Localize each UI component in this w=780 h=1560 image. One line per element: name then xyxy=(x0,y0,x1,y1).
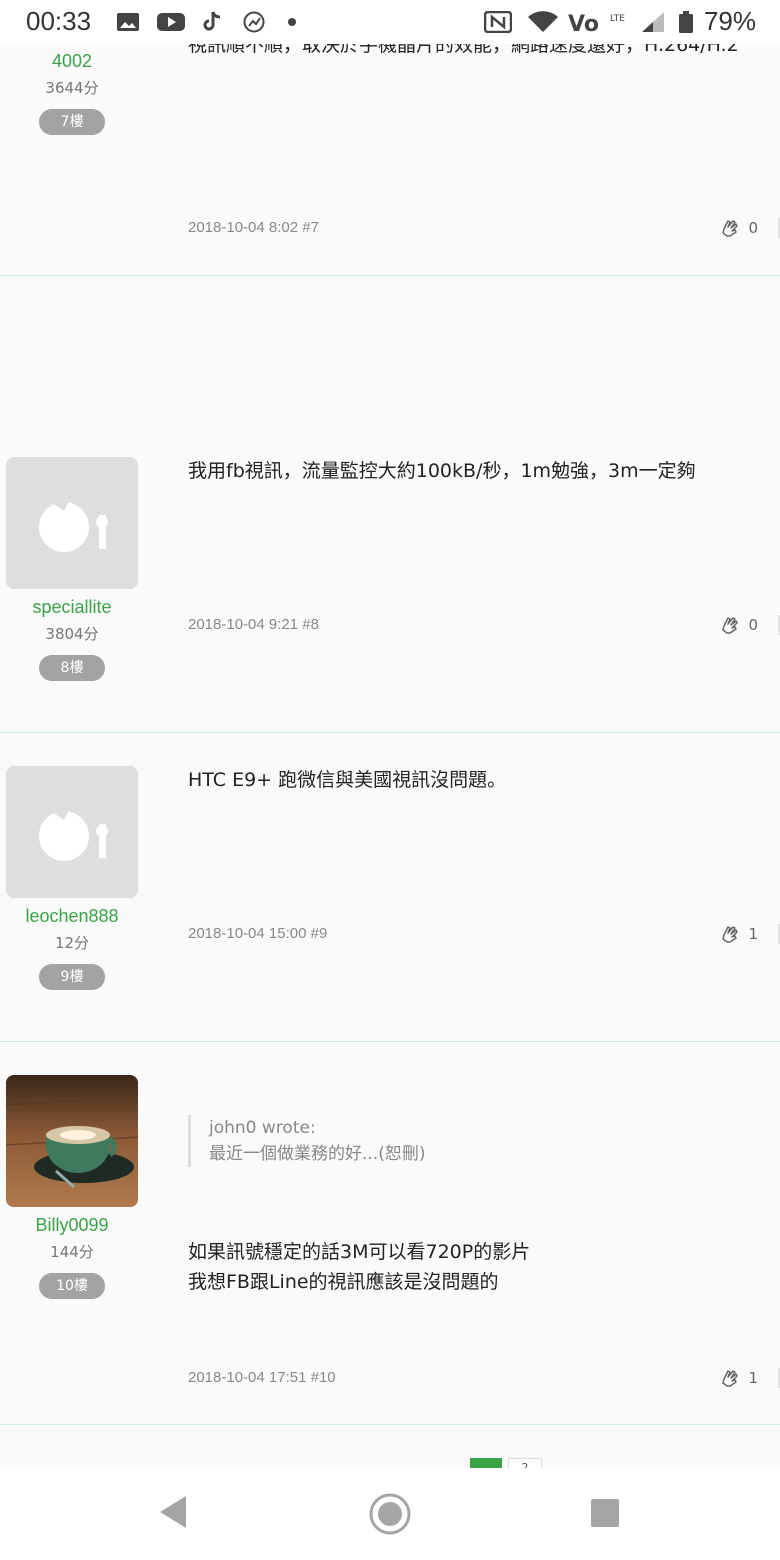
username[interactable]: 4002 xyxy=(0,51,144,72)
user-score: 144分 xyxy=(50,1243,94,1261)
floor-badge: 10樓 xyxy=(39,1273,105,1299)
post-content: 我用fb視訊，流量監控大約100kB/秒，1m勉強，3m一定夠 xyxy=(188,460,696,482)
avatar[interactable] xyxy=(6,457,138,589)
svg-text:LTE: LTE xyxy=(610,14,625,24)
home-icon[interactable] xyxy=(368,1492,412,1536)
like-count: 1 xyxy=(748,925,758,943)
tiktok-icon xyxy=(203,11,221,31)
quote-author: john0 wrote: xyxy=(209,1118,316,1138)
post-9: HTC E9+ 跑微信與美國視訊沒問題。 leochen888 12分 9樓 2… xyxy=(0,732,780,1042)
post-meta: 2018-10-04 8:02 #7 xyxy=(188,219,319,236)
like-count: 1 xyxy=(748,1369,758,1387)
recents-icon[interactable] xyxy=(590,1498,620,1528)
default-avatar-icon xyxy=(39,808,108,861)
default-avatar-icon xyxy=(39,499,108,552)
like-button[interactable]: 1 xyxy=(720,924,758,944)
clap-icon xyxy=(722,220,739,237)
quote-text: 最近一個做業務的好...(恕刪) xyxy=(209,1144,426,1164)
username[interactable]: Billy0099 xyxy=(0,1215,144,1236)
svg-text:Vo: Vo xyxy=(568,12,599,33)
status-time: 00:33 xyxy=(26,6,92,36)
quote-block: john0 wrote: 最近一個做業務的好...(恕刪) xyxy=(188,1115,425,1167)
username[interactable]: leochen888 xyxy=(0,906,144,927)
post-content: HTC E9+ 跑微信與美國視訊沒問題。 xyxy=(188,769,507,791)
dot-icon xyxy=(288,18,296,26)
like-button[interactable]: 0 xyxy=(720,615,758,635)
post-content-line: 如果訊號穩定的話3M可以看720P的影片 xyxy=(188,1241,531,1263)
username[interactable]: speciallite xyxy=(0,597,144,618)
image-icon xyxy=(117,13,139,31)
post-meta: 2018-10-04 9:21 #8 xyxy=(188,616,319,633)
back-icon[interactable] xyxy=(156,1494,190,1530)
battery-percent: 79% xyxy=(703,6,756,36)
navigation-bar xyxy=(0,1468,780,1560)
floor-badge: 9樓 xyxy=(39,964,105,990)
like-count: 0 xyxy=(748,616,758,634)
status-bar: 00:33 Vo LTE 79% xyxy=(0,0,780,44)
volte-icon: Vo LTE xyxy=(568,12,625,33)
youtube-icon xyxy=(157,13,185,31)
clap-icon xyxy=(722,1370,739,1387)
clap-icon xyxy=(722,926,739,943)
coffee-cup-avatar-image xyxy=(6,1075,138,1207)
wifi-icon xyxy=(528,11,558,32)
nfc-icon xyxy=(484,11,512,33)
floor-badge: 8樓 xyxy=(39,655,105,681)
clap-icon xyxy=(722,617,739,634)
floor-badge: 7樓 xyxy=(39,109,105,135)
like-button[interactable]: 1 xyxy=(720,1368,758,1388)
avatar[interactable] xyxy=(6,1075,138,1207)
post-content: 如果訊號穩定的話3M可以看720P的影片 我想FB跟Line的視訊應該是沒問題的 xyxy=(188,1237,758,1297)
post-meta: 2018-10-04 17:51 #10 xyxy=(188,1369,336,1386)
post-10: john0 wrote: 最近一個做業務的好...(恕刪) 如果訊號穩定的話3M… xyxy=(0,1041,780,1425)
post-content-line: 我想FB跟Line的視訊應該是沒問題的 xyxy=(188,1271,499,1293)
like-count: 0 xyxy=(748,219,758,237)
avatar[interactable] xyxy=(6,766,138,898)
user-score: 12分 xyxy=(54,934,90,952)
user-score: 3644分 xyxy=(45,79,99,97)
signal-icon xyxy=(642,12,664,32)
compass-icon xyxy=(243,11,265,33)
post-8: 我用fb視訊，流量監控大約100kB/秒，1m勉強，3m一定夠 speciall… xyxy=(0,275,780,733)
battery-icon xyxy=(679,11,693,33)
like-button[interactable]: 0 xyxy=(720,218,758,238)
post-meta: 2018-10-04 15:00 #9 xyxy=(188,925,328,942)
user-score: 3804分 xyxy=(45,625,99,643)
